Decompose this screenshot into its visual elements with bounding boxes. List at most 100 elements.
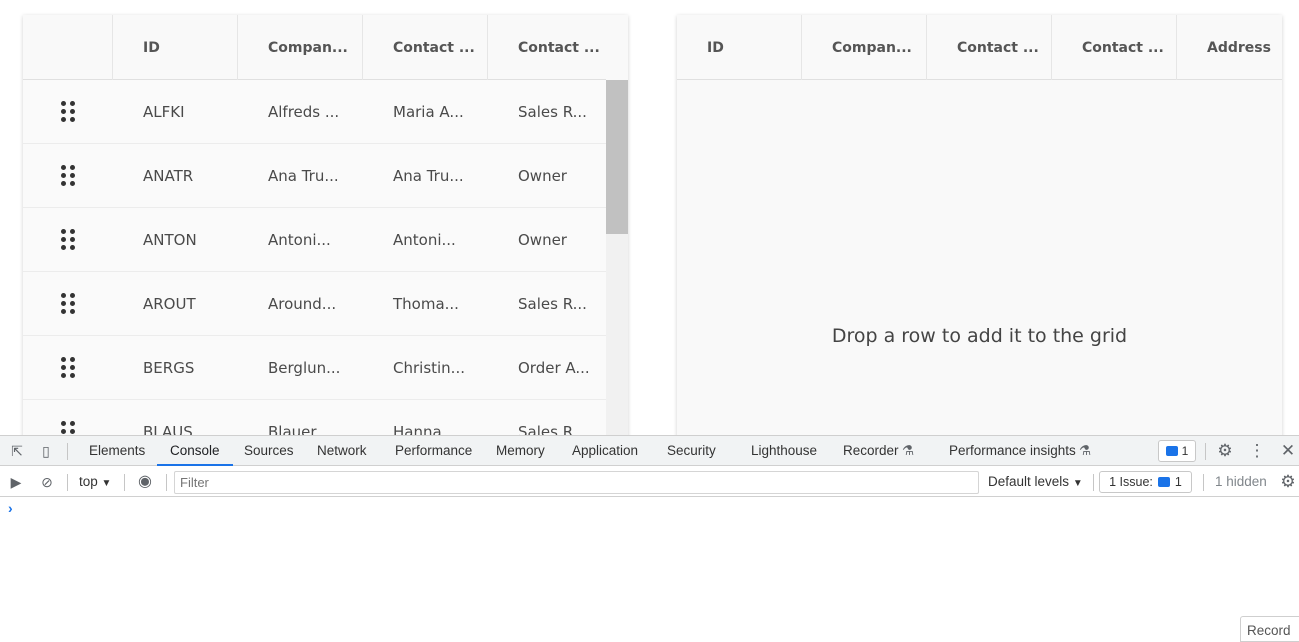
table-row[interactable]: ALFKI Alfreds ... Maria A... Sales R... xyxy=(23,80,606,144)
vertical-scrollbar[interactable] xyxy=(606,80,628,435)
cell-company: Around... xyxy=(268,294,337,313)
tab-lighthouse[interactable]: Lighthouse xyxy=(751,436,817,466)
column-header-id[interactable]: ID xyxy=(113,15,238,80)
cell-id: AROUT xyxy=(143,294,196,313)
table-row[interactable]: BERGS Berglun... Christin... Order A... xyxy=(23,336,606,400)
tab-security[interactable]: Security xyxy=(667,436,716,466)
column-header-contact-name[interactable]: Contact ... xyxy=(927,15,1052,80)
dropdown-arrow-icon: ▼ xyxy=(101,478,112,489)
column-header-address[interactable]: Address xyxy=(1177,15,1282,80)
table-row[interactable]: ANTON Antoni... Antoni... Owner xyxy=(23,208,606,272)
column-header-contact-name[interactable]: Contact ... xyxy=(363,15,488,80)
column-header-drag xyxy=(23,15,113,80)
cell-contact-title: Sales R... xyxy=(518,102,587,121)
dropdown-arrow-icon: ▼ xyxy=(1072,478,1083,489)
eye-icon[interactable]: ◉ xyxy=(136,474,154,490)
tab-elements[interactable]: Elements xyxy=(89,436,145,466)
drag-handle-icon[interactable] xyxy=(23,336,113,399)
divider xyxy=(1203,474,1204,491)
devtools-tabbar: ⇱ ▯ Elements Console Sources Network Per… xyxy=(0,436,1299,466)
source-grid-body: ALFKI Alfreds ... Maria A... Sales R... … xyxy=(23,80,606,435)
log-levels-dropdown[interactable]: Default levels ▼ xyxy=(988,467,1083,497)
divider xyxy=(67,474,68,491)
target-grid-header: ID Compan... Contact ... Contact ... Add… xyxy=(677,15,1282,80)
devtools-panel: ⇱ ▯ Elements Console Sources Network Per… xyxy=(0,435,1299,642)
device-toolbar-icon[interactable]: ▯ xyxy=(37,443,55,459)
cell-contact-name: Ana Tru... xyxy=(393,166,464,185)
cell-contact-name: Thoma... xyxy=(393,294,459,313)
flask-icon: ⚗ xyxy=(902,443,915,458)
tab-performance-insights[interactable]: Performance insights xyxy=(949,436,1076,466)
drag-handle-icon[interactable] xyxy=(23,144,113,207)
scrollbar-thumb[interactable] xyxy=(606,80,628,234)
tab-console[interactable]: Console xyxy=(157,436,233,466)
divider xyxy=(1093,474,1094,491)
column-header-contact-title[interactable]: Contact ... xyxy=(488,15,606,80)
cell-company: Ana Tru... xyxy=(268,166,339,185)
cell-company: Berglun... xyxy=(268,358,341,377)
cell-contact-name: Antoni... xyxy=(393,230,456,249)
cell-company: Antoni... xyxy=(268,230,331,249)
issues-button[interactable]: 1 Issue: 1 xyxy=(1099,471,1192,493)
issue-icon xyxy=(1157,477,1170,487)
issues-count: 1 xyxy=(1174,475,1182,489)
issues-label: 1 Issue: xyxy=(1109,475,1153,489)
cell-contact-title: Sales R... xyxy=(518,294,587,313)
table-row[interactable]: AROUT Around... Thoma... Sales R... xyxy=(23,272,606,336)
cell-contact-name: Hanna... xyxy=(393,422,456,436)
settings-gear-icon[interactable]: ⚙ xyxy=(1216,442,1234,459)
column-header-company[interactable]: Compan... xyxy=(238,15,363,80)
cell-contact-name: Maria A... xyxy=(393,102,464,121)
more-options-icon[interactable]: ⋮ xyxy=(1248,442,1266,459)
drag-handle-icon[interactable] xyxy=(23,208,113,271)
record-button[interactable]: Record xyxy=(1240,616,1299,642)
clear-console-icon[interactable]: ⊘ xyxy=(38,474,56,490)
console-prompt[interactable]: › xyxy=(8,500,13,516)
cell-id: ANATR xyxy=(143,166,194,185)
cell-id: ALFKI xyxy=(143,102,185,121)
drag-handle-icon[interactable] xyxy=(23,400,113,435)
tab-network[interactable]: Network xyxy=(317,436,367,466)
flask-icon: ⚗ xyxy=(1079,443,1092,458)
cell-contact-title: Order A... xyxy=(518,358,590,377)
hidden-messages-count: 1 hidden xyxy=(1215,474,1267,489)
tab-sources[interactable]: Sources xyxy=(244,436,294,466)
tab-application[interactable]: Application xyxy=(572,436,638,466)
cell-id: BERGS xyxy=(143,358,195,377)
divider xyxy=(1205,443,1206,460)
empty-grid-message: Drop a row to add it to the grid xyxy=(831,325,1128,347)
filter-input[interactable] xyxy=(174,471,979,494)
tab-memory[interactable]: Memory xyxy=(496,436,545,466)
context-value: top xyxy=(79,474,98,489)
tab-performance[interactable]: Performance xyxy=(395,436,472,466)
tab-recorder[interactable]: Recorder xyxy=(843,436,899,466)
table-row[interactable]: ANATR Ana Tru... Ana Tru... Owner xyxy=(23,144,606,208)
close-icon[interactable]: ✕ xyxy=(1279,442,1297,459)
console-toolbar: ▶ ⊘ top ▼ ◉ Default levels ▼ 1 Issue: 1 … xyxy=(0,467,1299,497)
cell-company: Blauer... xyxy=(268,422,330,436)
message-icon xyxy=(1165,446,1178,456)
column-header-company[interactable]: Compan... xyxy=(802,15,927,80)
cell-id: BLAUS xyxy=(143,422,193,436)
cell-contact-title: Sales R... xyxy=(518,422,587,436)
log-levels-label: Default levels xyxy=(988,474,1070,489)
inspect-element-icon[interactable]: ⇱ xyxy=(8,443,26,459)
divider xyxy=(124,474,125,491)
drag-handle-icon[interactable] xyxy=(23,80,113,143)
console-settings-gear-icon[interactable]: ⚙ xyxy=(1279,473,1297,490)
cell-id: ANTON xyxy=(143,230,197,249)
table-row[interactable]: BLAUS Blauer... Hanna... Sales R... xyxy=(23,400,606,435)
source-grid-header: ID Compan... Contact ... Contact ... xyxy=(23,15,606,80)
messages-count: 1 xyxy=(1181,444,1189,458)
sidebar-toggle-icon[interactable]: ▶ xyxy=(7,474,25,490)
context-selector[interactable]: top ▼ xyxy=(79,467,111,497)
cell-contact-title: Owner xyxy=(518,230,567,249)
divider xyxy=(67,443,68,460)
messages-badge[interactable]: 1 xyxy=(1158,440,1196,462)
cell-contact-name: Christin... xyxy=(393,358,465,377)
column-header-id[interactable]: ID xyxy=(677,15,802,80)
cell-contact-title: Owner xyxy=(518,166,567,185)
column-header-contact-title[interactable]: Contact ... xyxy=(1052,15,1177,80)
target-grid: ID Compan... Contact ... Contact ... Add… xyxy=(677,15,1282,435)
drag-handle-icon[interactable] xyxy=(23,272,113,335)
